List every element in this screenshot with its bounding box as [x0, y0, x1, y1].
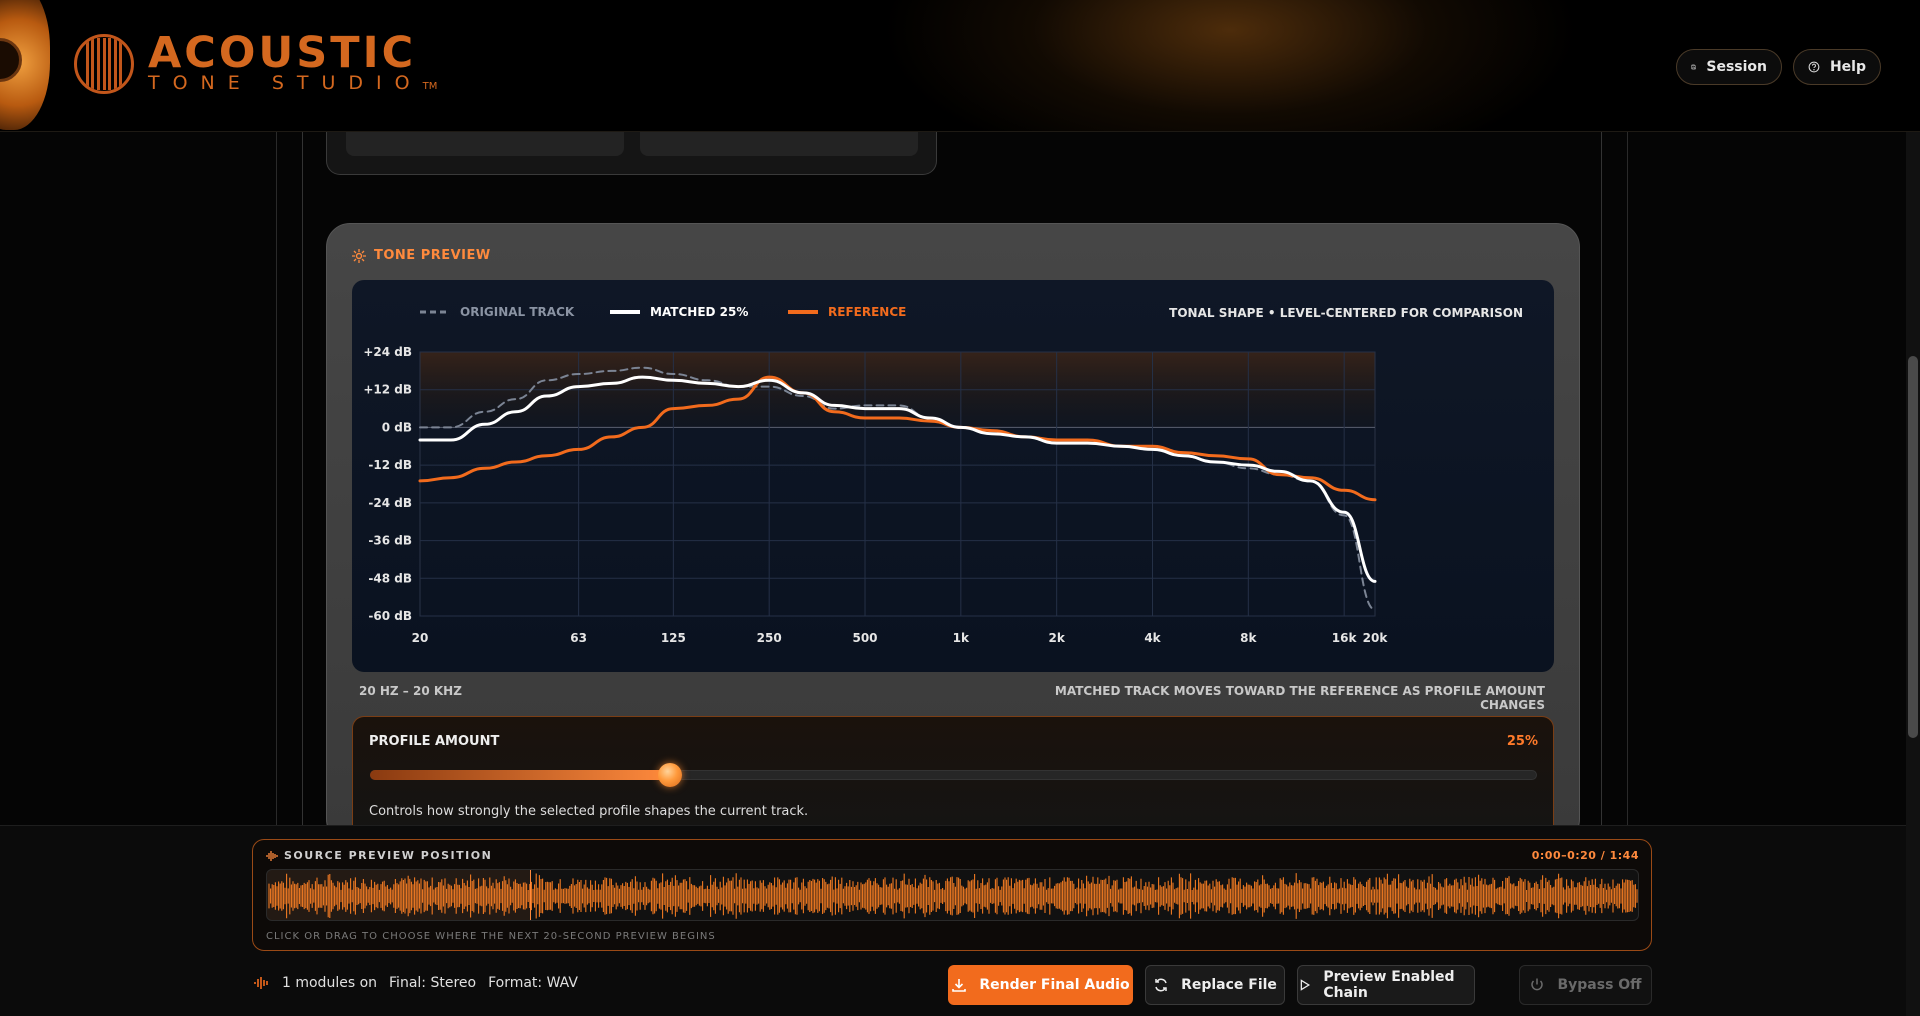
waveform-icon — [266, 850, 278, 861]
power-icon — [1531, 978, 1544, 991]
chart-x-tick-label: 2k — [1048, 631, 1065, 645]
legend-label-matched: MATCHED 25% — [650, 305, 748, 319]
chart-x-tick-label: 20 — [412, 631, 429, 645]
preview-enabled-chain-button[interactable]: Preview Enabled Chain — [1297, 965, 1475, 1005]
brand-title: ACOUSTIC — [148, 28, 417, 78]
final-mode: Final: Stereo — [389, 975, 477, 991]
chart-x-tick-label: 125 — [661, 631, 686, 645]
tone-chart-svg: +24 dB +12 dB 0 dB -12 dB -24 dB -36 dB -48 dB… — [363, 305, 1523, 645]
app-header: ACOUSTIC TONE STUDIOTM Session Help — [0, 0, 1920, 132]
render-final-audio-button[interactable]: Render Final Audio — [948, 965, 1133, 1005]
status-summary: 1 modules on Final: Stereo Format: WAV — [254, 975, 578, 991]
source-preview-hint: CLICK OR DRAG TO CHOOSE WHERE THE NEXT 2… — [266, 931, 716, 942]
brand-subtitle: TONE STUDIOTM — [148, 72, 438, 94]
session-label: Session — [1706, 59, 1767, 75]
chart-y-tick-label: -36 dB — [368, 534, 412, 548]
source-preview-title: SOURCE PREVIEW POSITION — [284, 849, 493, 862]
chart-x-tick-label: 1k — [953, 631, 970, 645]
app-window: ACOUSTIC TONE STUDIOTM Session Help Wave… — [0, 0, 1920, 1016]
source-waveform[interactable] — [266, 869, 1639, 921]
preview-label: Preview Enabled Chain — [1323, 969, 1455, 1001]
chart-x-tick-label: 20k — [1363, 631, 1389, 645]
chart-y-tick-label: 0 dB — [382, 420, 412, 434]
chart-x-tick-label: 4k — [1144, 631, 1161, 645]
chart-y-tick-label: +24 dB — [363, 345, 412, 359]
chart-x-tick-label: 16k — [1332, 631, 1358, 645]
chart-x-tick-label: 250 — [757, 631, 782, 645]
chart-y-tick-label: -48 dB — [368, 571, 412, 585]
chart-note: TONAL SHAPE • LEVEL-CENTERED FOR COMPARI… — [1169, 306, 1523, 320]
sparkle-icon — [352, 248, 366, 263]
source-preview-time: 0:00–0:20 / 1:44 — [1531, 849, 1639, 862]
chart-y-tick-label: -60 dB — [368, 609, 412, 623]
replace-label: Replace File — [1181, 977, 1277, 993]
tone-preview-heading: TONE PREVIEW — [352, 248, 491, 263]
source-preview-heading: SOURCE PREVIEW POSITION — [266, 849, 492, 862]
chart-layer: +24 dB +12 dB 0 dB -12 dB -24 dB -36 dB -48 dB… — [363, 305, 1523, 645]
legend-label-reference: REFERENCE — [828, 305, 906, 319]
logo-icon — [74, 34, 134, 94]
bypass-toggle-button[interactable]: Bypass Off — [1519, 965, 1652, 1005]
page-scrollbar-thumb[interactable] — [1908, 356, 1918, 738]
replace-file-button[interactable]: Replace File — [1145, 965, 1285, 1005]
modules-count: 1 modules on — [282, 975, 378, 991]
help-icon — [1808, 61, 1820, 73]
chart-x-tick-label: 63 — [570, 631, 587, 645]
header-glow — [880, 0, 1580, 131]
chart-y-tick-label: -24 dB — [368, 496, 412, 510]
profile-amount-description: Controls how strongly the selected profi… — [369, 804, 809, 819]
tone-chart: +24 dB +12 dB 0 dB -12 dB -24 dB -36 dB -48 dB… — [352, 280, 1554, 672]
chart-y-tick-label: +12 dB — [363, 383, 412, 397]
chart-x-tick-label: 8k — [1240, 631, 1257, 645]
brand-tm: TM — [422, 81, 438, 92]
waveform-icon — [254, 977, 268, 989]
match-behavior-caption: MATCHED TRACK MOVES TOWARD THE REFERENCE… — [1054, 684, 1545, 712]
help-button[interactable]: Help — [1793, 49, 1881, 85]
chart-y-tick-label: -12 dB — [368, 458, 412, 472]
preview-window-marker[interactable] — [267, 870, 532, 920]
download-icon — [952, 979, 967, 992]
refresh-icon — [1155, 978, 1167, 992]
output-format: Format: WAV — [488, 975, 578, 991]
tone-preview-title: TONE PREVIEW — [374, 248, 491, 263]
profile-amount-label: PROFILE AMOUNT — [369, 734, 500, 749]
chart-x-tick-label: 500 — [852, 631, 877, 645]
profile-amount-handle[interactable] — [657, 763, 682, 787]
bypass-label: Bypass Off — [1557, 977, 1642, 993]
legend-label-original: ORIGINAL TRACK — [460, 305, 575, 319]
profile-amount-fill — [370, 770, 670, 780]
play-icon — [1300, 979, 1311, 991]
help-label: Help — [1829, 59, 1866, 75]
session-button[interactable]: Session — [1676, 49, 1782, 85]
save-icon — [1691, 64, 1696, 70]
profile-amount-value: 25% — [1506, 734, 1538, 749]
frequency-range-caption: 20 HZ – 20 KHZ — [359, 684, 462, 698]
render-label: Render Final Audio — [979, 977, 1130, 993]
